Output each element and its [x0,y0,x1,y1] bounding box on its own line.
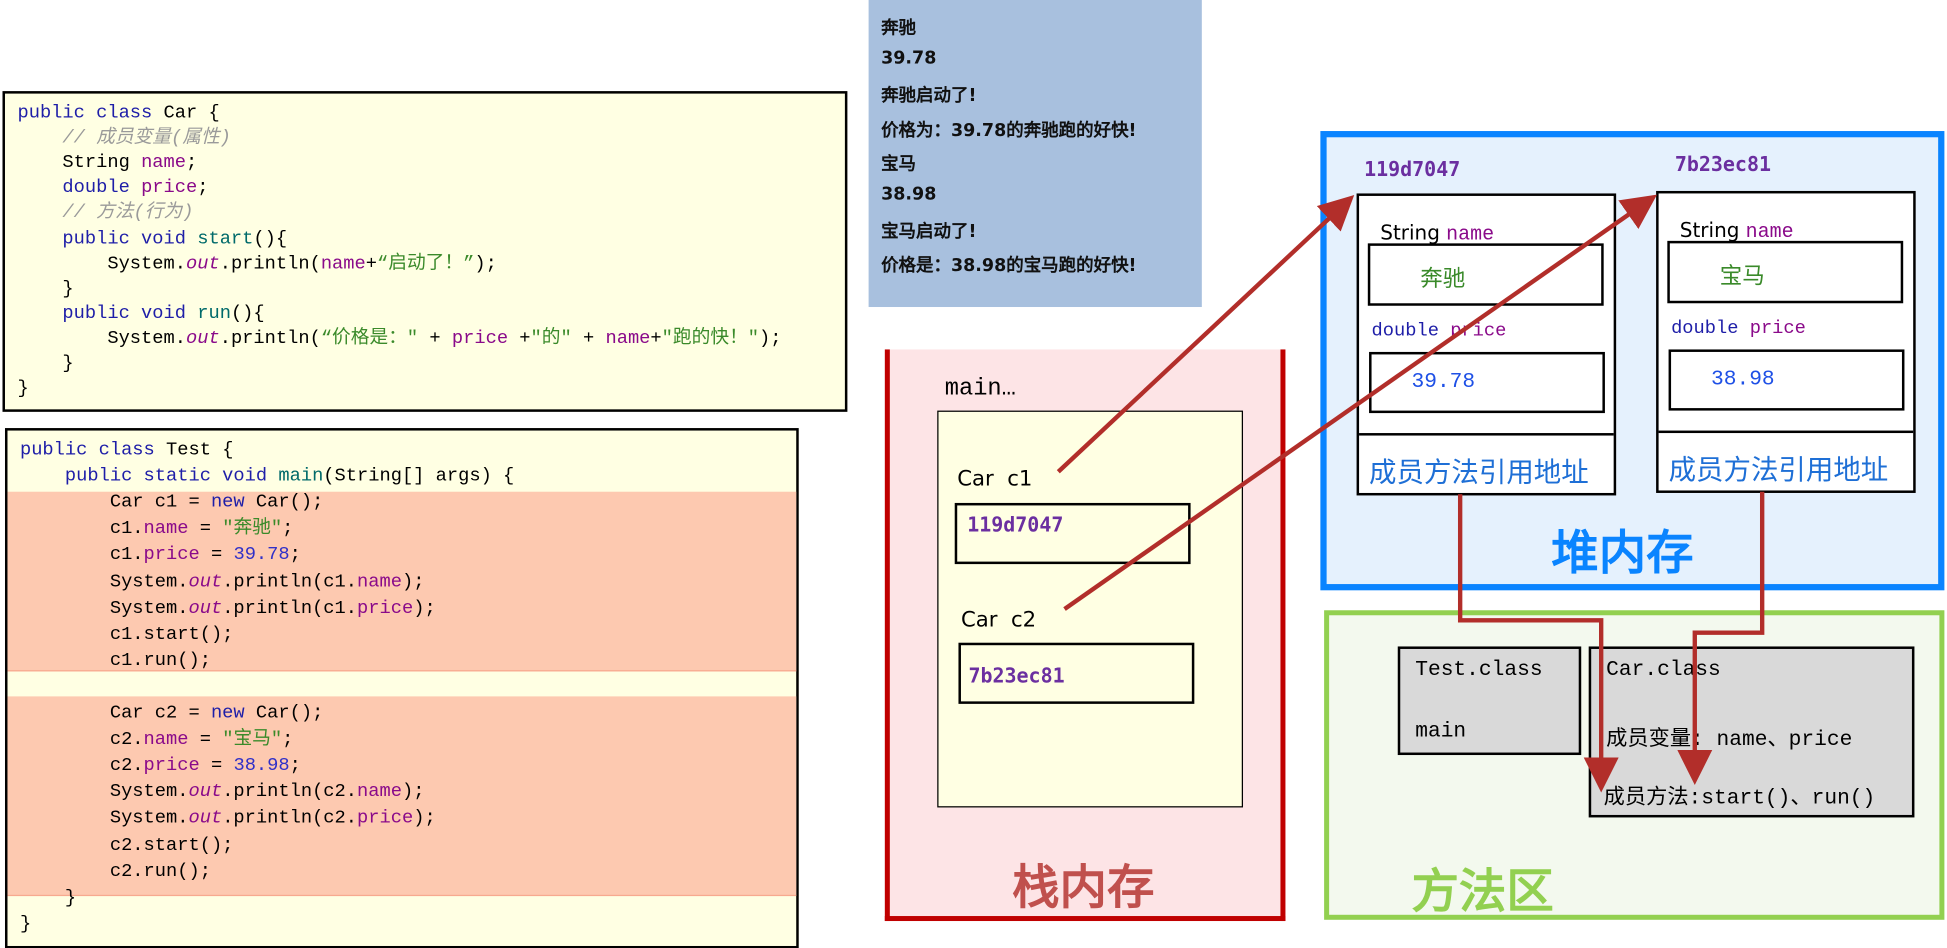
reference-arrows [1056,194,1765,793]
arrow-object2-to-methods [1677,491,1765,785]
arrow-object1-to-methods [1457,494,1619,793]
arrow-c1-to-object1 [1056,194,1355,474]
jvm-memory-diagram: public class Car { // 成员变量(属性) String na… [0,0,1947,948]
arrow-c2-to-object2 [1063,194,1658,611]
